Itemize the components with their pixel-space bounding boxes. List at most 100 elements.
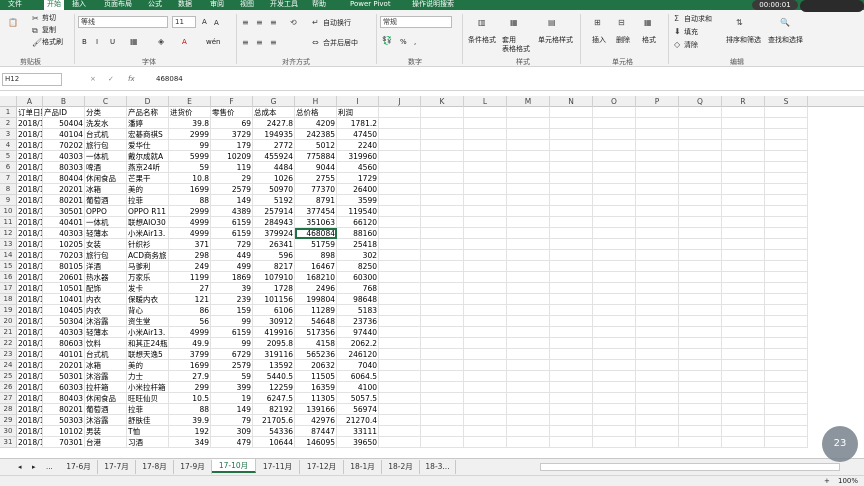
cell[interactable] [636, 360, 679, 371]
cell[interactable] [379, 239, 421, 250]
cell[interactable]: 台港 [85, 437, 127, 448]
cell[interactable] [679, 118, 722, 129]
cell[interactable] [722, 283, 765, 294]
cell[interactable]: 149 [211, 195, 253, 206]
cell[interactable]: 249 [169, 261, 211, 272]
cell[interactable] [679, 382, 722, 393]
conditional-format-button[interactable]: 条件格式 [468, 36, 496, 45]
cell[interactable]: 39.9 [169, 415, 211, 426]
cell[interactable]: 2018/10/1 [17, 250, 43, 261]
cell[interactable]: 70301 [43, 437, 85, 448]
column-header-Q[interactable]: Q [679, 96, 722, 107]
row-header[interactable]: 25 [0, 371, 17, 382]
cell[interactable]: 台式机 [85, 349, 127, 360]
sort-filter-button[interactable]: 排序和筛选 [726, 36, 761, 45]
cell[interactable]: 和其正24瓶 [127, 338, 169, 349]
cell[interactable]: 479 [211, 437, 253, 448]
cell[interactable] [765, 162, 808, 173]
cell[interactable] [550, 272, 593, 283]
row-header[interactable]: 9 [0, 195, 17, 206]
cell[interactable]: 23736 [337, 316, 379, 327]
cell[interactable]: 爱华仕 [127, 140, 169, 151]
cell[interactable]: 88160 [337, 228, 379, 239]
cell[interactable] [593, 129, 636, 140]
cell[interactable]: 1729 [337, 173, 379, 184]
cell[interactable]: 2018/10/1 [17, 272, 43, 283]
cell[interactable] [679, 195, 722, 206]
cell[interactable] [379, 250, 421, 261]
format-button[interactable]: 格式 [642, 36, 656, 45]
cell[interactable]: 40303 [43, 327, 85, 338]
cell[interactable] [507, 371, 550, 382]
cell[interactable] [679, 173, 722, 184]
cell[interactable]: 产品名称 [127, 107, 169, 118]
cell[interactable] [636, 217, 679, 228]
cell[interactable]: 56974 [337, 404, 379, 415]
cell[interactable]: 1728 [253, 283, 295, 294]
cell[interactable] [507, 184, 550, 195]
cell[interactable]: 80105 [43, 261, 85, 272]
cell[interactable]: 1699 [169, 360, 211, 371]
cell[interactable]: 总成本 [253, 107, 295, 118]
row-header[interactable]: 5 [0, 151, 17, 162]
cell[interactable] [679, 184, 722, 195]
cell[interactable] [765, 404, 808, 415]
cell[interactable] [379, 151, 421, 162]
cell[interactable] [379, 382, 421, 393]
ribbon-tab-10[interactable]: Power Pivot [350, 0, 391, 9]
cell[interactable]: 热水器 [85, 272, 127, 283]
column-header-L[interactable]: L [464, 96, 507, 107]
cell[interactable]: 2018/10/3 [17, 415, 43, 426]
cell[interactable]: 40101 [43, 349, 85, 360]
cell[interactable] [464, 129, 507, 140]
cell[interactable] [636, 228, 679, 239]
cell[interactable] [379, 415, 421, 426]
cell[interactable] [421, 250, 464, 261]
cell[interactable] [421, 382, 464, 393]
clear-button[interactable]: 清除 [684, 41, 698, 50]
cell[interactable]: 2018/10/2 [17, 316, 43, 327]
cell[interactable] [464, 327, 507, 338]
cell[interactable] [507, 426, 550, 437]
ribbon-tab-9[interactable]: 帮助 [312, 0, 326, 9]
cell[interactable] [593, 184, 636, 195]
cell[interactable] [421, 239, 464, 250]
cell[interactable] [636, 371, 679, 382]
cell[interactable] [722, 118, 765, 129]
cell[interactable]: 1199 [169, 272, 211, 283]
cell[interactable]: 119 [211, 162, 253, 173]
cell[interactable]: 4999 [169, 327, 211, 338]
cell[interactable] [464, 206, 507, 217]
delete-button[interactable]: 删除 [616, 36, 630, 45]
cell[interactable] [464, 184, 507, 195]
cell[interactable] [550, 305, 593, 316]
cell[interactable] [379, 129, 421, 140]
cell[interactable] [379, 107, 421, 118]
cell[interactable] [379, 393, 421, 404]
cell[interactable] [636, 294, 679, 305]
cell[interactable] [379, 426, 421, 437]
cell[interactable] [379, 228, 421, 239]
cell[interactable]: 2018/10/2 [17, 338, 43, 349]
cell[interactable]: 保暖内衣 [127, 294, 169, 305]
cell[interactable] [679, 129, 722, 140]
cell[interactable] [550, 195, 593, 206]
cell[interactable] [464, 107, 507, 118]
cell[interactable]: 13592 [253, 360, 295, 371]
cell[interactable] [379, 338, 421, 349]
cell[interactable]: 80201 [43, 195, 85, 206]
cell[interactable]: 联想AIO30 [127, 217, 169, 228]
cell[interactable]: 订单日期 [17, 107, 43, 118]
cell[interactable] [421, 118, 464, 129]
cell[interactable]: 小米Air13. [127, 228, 169, 239]
cell[interactable]: 29 [211, 173, 253, 184]
cell[interactable]: 旅行包 [85, 140, 127, 151]
cell[interactable]: 拉杆箱 [85, 382, 127, 393]
cell[interactable] [722, 360, 765, 371]
cell[interactable] [722, 140, 765, 151]
cell[interactable] [550, 371, 593, 382]
column-header-G[interactable]: G [253, 96, 295, 107]
cell[interactable]: 10102 [43, 426, 85, 437]
enter-icon[interactable]: ✓ [108, 75, 114, 84]
cell[interactable]: 联想天逸5 [127, 349, 169, 360]
